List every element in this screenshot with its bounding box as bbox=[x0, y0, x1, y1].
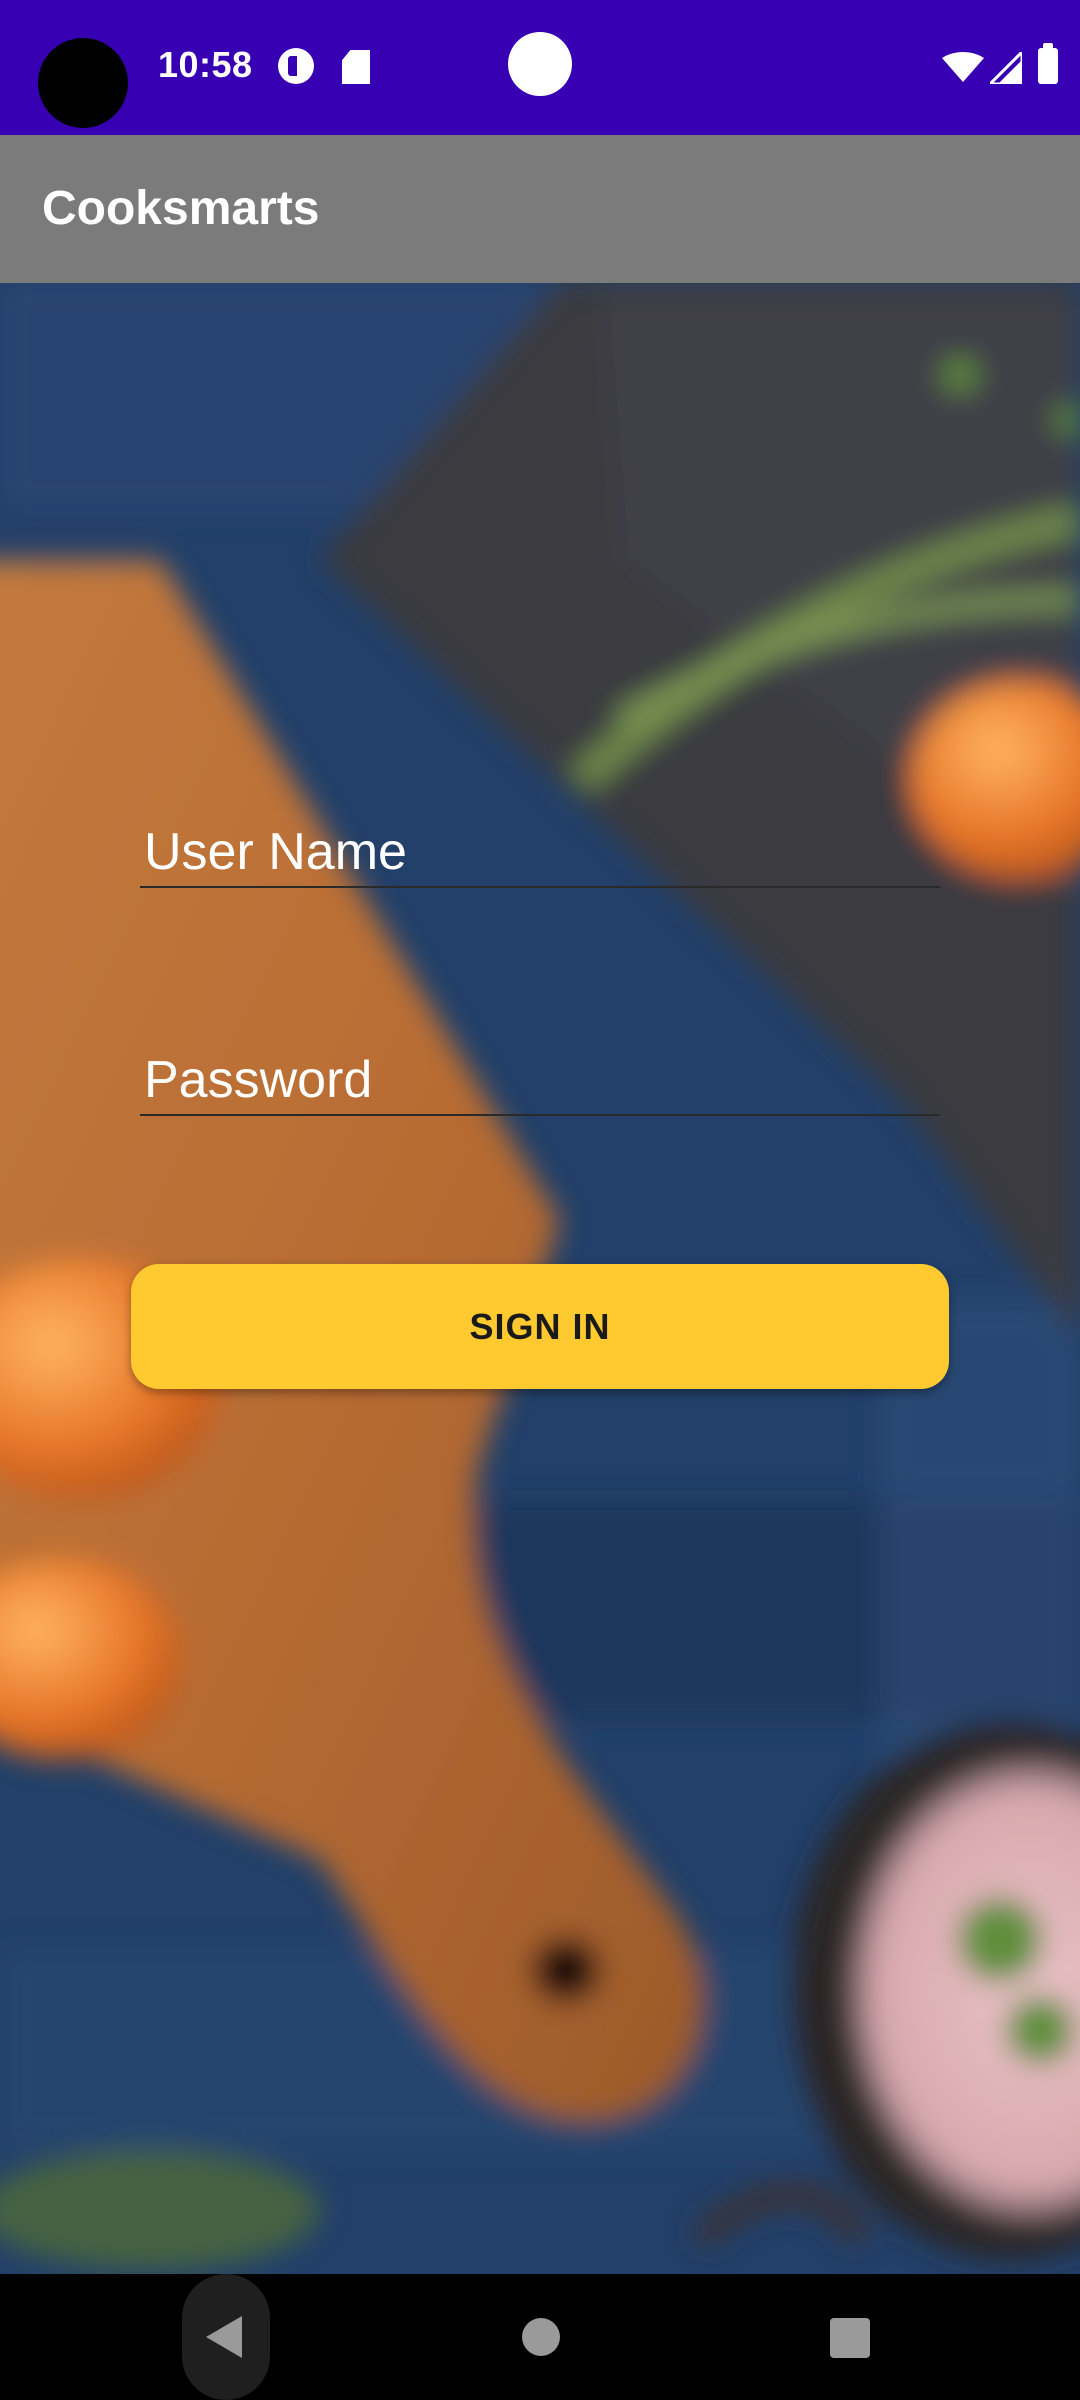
notification-dot-icon bbox=[508, 32, 572, 96]
navigation-bar bbox=[0, 2274, 1080, 2400]
username-field-container bbox=[140, 822, 940, 888]
home-icon[interactable] bbox=[522, 2318, 560, 2356]
recents-icon[interactable] bbox=[830, 2318, 870, 2358]
status-time: 10:58 bbox=[158, 44, 253, 85]
login-screen: 10:58 Cooksmarts SIGN IN bbox=[0, 0, 1080, 2400]
password-field-container bbox=[140, 1050, 940, 1116]
camera-cutout-icon bbox=[38, 38, 128, 128]
app-notification-icon bbox=[278, 48, 314, 84]
app-title: Cooksmarts bbox=[42, 182, 320, 235]
wifi-icon bbox=[942, 52, 984, 82]
cell-signal-icon bbox=[990, 52, 1022, 84]
background-food-photo bbox=[0, 0, 1080, 2400]
sign-in-button[interactable]: SIGN IN bbox=[131, 1264, 949, 1389]
app-bar: Cooksmarts bbox=[0, 135, 1080, 283]
sd-card-icon bbox=[342, 50, 370, 84]
status-bar: 10:58 bbox=[0, 0, 1080, 135]
username-input[interactable] bbox=[140, 822, 940, 888]
password-input[interactable] bbox=[140, 1050, 940, 1116]
battery-icon bbox=[1038, 43, 1058, 84]
back-icon[interactable] bbox=[182, 2274, 270, 2400]
